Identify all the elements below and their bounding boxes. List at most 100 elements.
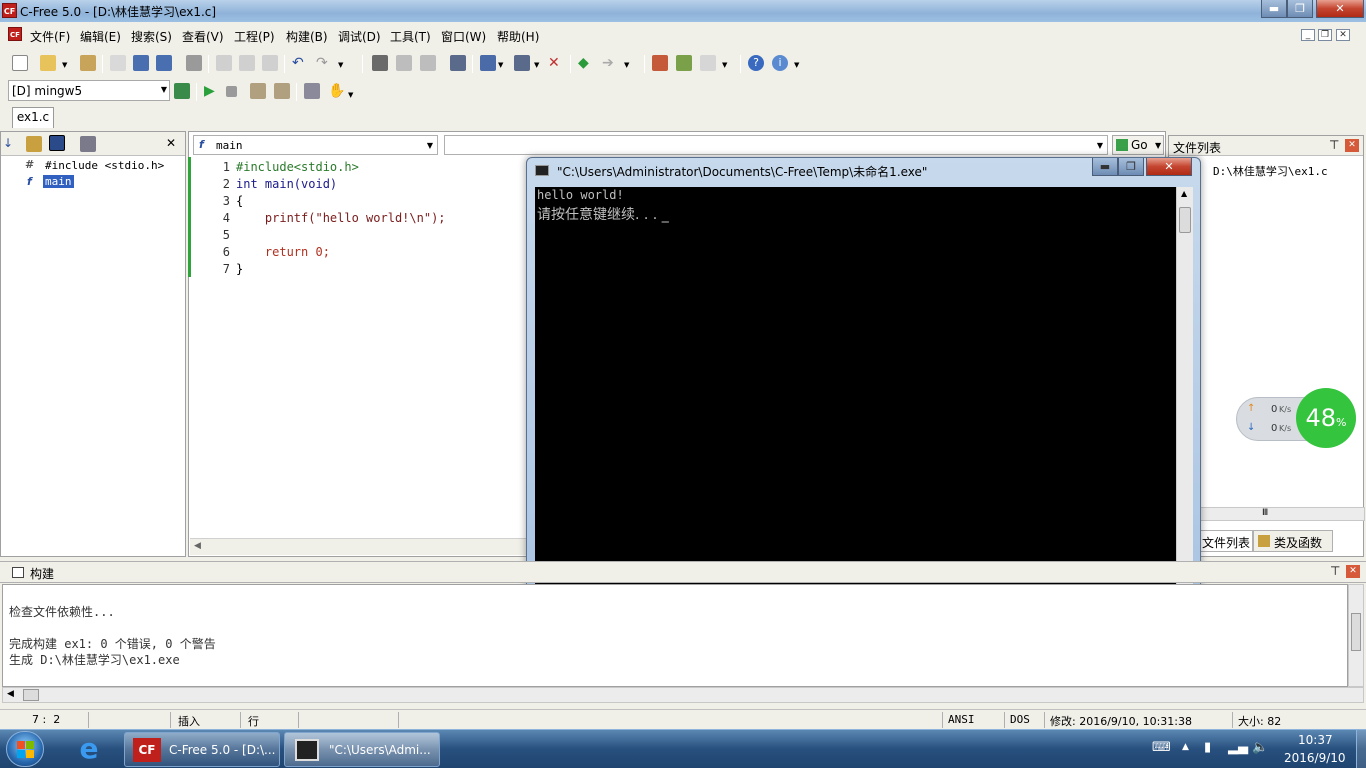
- mdi-minimize-button[interactable]: _: [1301, 29, 1315, 41]
- close-file-icon[interactable]: [110, 55, 126, 71]
- compiler-settings-icon[interactable]: [174, 83, 190, 99]
- mdi-restore-button[interactable]: ❐: [1318, 29, 1332, 41]
- redo-icon[interactable]: ↷: [316, 55, 332, 71]
- bookmark-dropdown-icon[interactable]: ▼: [534, 62, 541, 69]
- scroll-left-icon[interactable]: ◀: [194, 541, 201, 551]
- menu-search[interactable]: 搜索(S): [131, 28, 172, 45]
- function-combo[interactable]: f main ▼: [193, 135, 438, 155]
- menu-project[interactable]: 工程(P): [234, 28, 275, 45]
- device-icon[interactable]: ▮: [1204, 740, 1211, 755]
- sort-icon[interactable]: ↓: [3, 136, 19, 152]
- cut-icon[interactable]: [216, 55, 232, 71]
- find-next-icon[interactable]: [396, 55, 412, 71]
- compile-icon[interactable]: [250, 83, 266, 99]
- taskbar-item-console[interactable]: "C:\Users\Admi...: [284, 732, 440, 767]
- tree-item-include[interactable]: #include <stdio.h>: [45, 159, 164, 172]
- console-minimize-button[interactable]: ▬: [1092, 158, 1118, 176]
- console-screen[interactable]: hello world! 请按任意键继续. . . _: [535, 187, 1176, 587]
- code-line[interactable]: return 0;: [236, 245, 330, 259]
- mdi-close-button[interactable]: ✕: [1336, 29, 1350, 41]
- export-icon[interactable]: [676, 55, 692, 71]
- paste-icon[interactable]: [262, 55, 278, 71]
- scroll-left-icon[interactable]: ◀: [7, 689, 14, 699]
- menu-window[interactable]: 窗口(W): [441, 28, 486, 45]
- open-folder-icon[interactable]: [40, 55, 56, 71]
- network-signal-icon[interactable]: ▂▄: [1228, 740, 1248, 755]
- print-icon[interactable]: [186, 55, 202, 71]
- bookmark-icon[interactable]: [514, 55, 530, 71]
- details-icon[interactable]: [80, 136, 96, 152]
- tree-item-main[interactable]: main: [43, 175, 74, 188]
- remove-dropdown-icon[interactable]: ▼: [722, 62, 729, 69]
- clock-time[interactable]: 10:37: [1298, 733, 1333, 747]
- scroll-thumb[interactable]: [23, 689, 39, 701]
- code-line[interactable]: #include<stdio.h>: [236, 160, 359, 174]
- tab-file-list[interactable]: 文件列表: [1199, 530, 1253, 552]
- back-icon[interactable]: ◆: [578, 55, 594, 71]
- run-icon[interactable]: ▶: [204, 83, 220, 99]
- menu-view[interactable]: 查看(V): [182, 28, 224, 45]
- memory-usage-circle[interactable]: 48%: [1296, 388, 1356, 448]
- close-icon[interactable]: ✕: [1345, 139, 1359, 152]
- pin-icon[interactable]: ⊤: [1329, 138, 1339, 152]
- new-file-icon[interactable]: [12, 55, 28, 71]
- tab-ex1[interactable]: ex1.c: [12, 107, 54, 128]
- undo-icon[interactable]: ↶: [292, 55, 308, 71]
- scroll-thumb[interactable]: [1351, 613, 1361, 651]
- classes-icon[interactable]: [26, 136, 42, 152]
- menu-debug[interactable]: 调试(D): [338, 28, 381, 45]
- debug-dropdown-icon[interactable]: ▼: [348, 92, 355, 99]
- info-icon[interactable]: i: [772, 55, 788, 71]
- forward-dropdown-icon[interactable]: ▼: [624, 62, 631, 69]
- go-button[interactable]: Go ▼: [1112, 135, 1164, 155]
- maximize-button[interactable]: ❐: [1287, 0, 1313, 18]
- forward-icon[interactable]: ➔: [602, 55, 618, 71]
- internet-explorer-icon[interactable]: e: [72, 734, 106, 764]
- console-scrollbar[interactable]: ▲ ▼: [1176, 187, 1193, 587]
- close-icon[interactable]: ✕: [166, 136, 182, 152]
- clear-bookmarks-icon[interactable]: ✕: [548, 55, 564, 71]
- debug-icon[interactable]: [304, 83, 320, 99]
- code-line[interactable]: int main(void): [236, 177, 337, 191]
- open-project-icon[interactable]: [80, 55, 96, 71]
- menu-help[interactable]: 帮助(H): [497, 28, 539, 45]
- close-button[interactable]: ✕: [1316, 0, 1364, 18]
- build-output[interactable]: 检查文件依赖性... 完成构建 ex1: 0 个错误, 0 个警告 生成 D:\…: [2, 584, 1348, 687]
- code-line[interactable]: printf("hello world!\n");: [236, 211, 446, 225]
- menu-tools[interactable]: 工具(T): [390, 28, 431, 45]
- build-hscrollbar[interactable]: ◀: [2, 687, 1364, 703]
- info-dropdown-icon[interactable]: ▼: [794, 62, 801, 69]
- scroll-up-icon[interactable]: ▲: [1181, 189, 1187, 198]
- open-dropdown-icon[interactable]: ▼: [62, 62, 69, 69]
- scroll-thumb[interactable]: [1179, 207, 1191, 233]
- help-icon[interactable]: ?: [748, 55, 764, 71]
- copy-icon[interactable]: [239, 55, 255, 71]
- build-all-icon[interactable]: [274, 83, 290, 99]
- show-desktop-button[interactable]: [1356, 730, 1366, 768]
- stop-icon[interactable]: [226, 86, 237, 97]
- console-close-button[interactable]: ✕: [1146, 158, 1192, 176]
- keyboard-icon[interactable]: ⌨: [1152, 740, 1171, 755]
- redo-dropdown-icon[interactable]: ▼: [338, 62, 345, 69]
- clock-date[interactable]: 2016/9/10: [1284, 751, 1346, 765]
- save-all-icon[interactable]: [156, 55, 172, 71]
- show-hidden-icons-icon[interactable]: ▲: [1182, 742, 1189, 752]
- hand-icon[interactable]: ✋: [328, 83, 345, 99]
- goto-icon[interactable]: [480, 55, 496, 71]
- code-line[interactable]: {: [236, 194, 243, 208]
- symbol-search-combo[interactable]: ▼: [444, 135, 1108, 155]
- compiler-select[interactable]: [D] mingw5 ▼: [8, 80, 170, 101]
- menu-build[interactable]: 构建(B): [286, 28, 328, 45]
- console-window[interactable]: "C:\Users\Administrator\Documents\C-Free…: [526, 157, 1201, 596]
- menu-file[interactable]: 文件(F): [30, 28, 70, 45]
- minimize-button[interactable]: ▬: [1261, 0, 1287, 18]
- file-list-hscrollbar[interactable]: Ⅲ: [1199, 507, 1365, 521]
- remove-icon[interactable]: [700, 55, 716, 71]
- find-icon[interactable]: [372, 55, 388, 71]
- menu-edit[interactable]: 编辑(E): [80, 28, 121, 45]
- editor-hscrollbar[interactable]: ◀: [190, 538, 526, 555]
- replace-icon[interactable]: [420, 55, 436, 71]
- volume-muted-icon[interactable]: 🔈: [1252, 740, 1268, 755]
- tab-classes[interactable]: 类及函数: [1253, 530, 1333, 552]
- close-icon[interactable]: ✕: [1346, 565, 1360, 578]
